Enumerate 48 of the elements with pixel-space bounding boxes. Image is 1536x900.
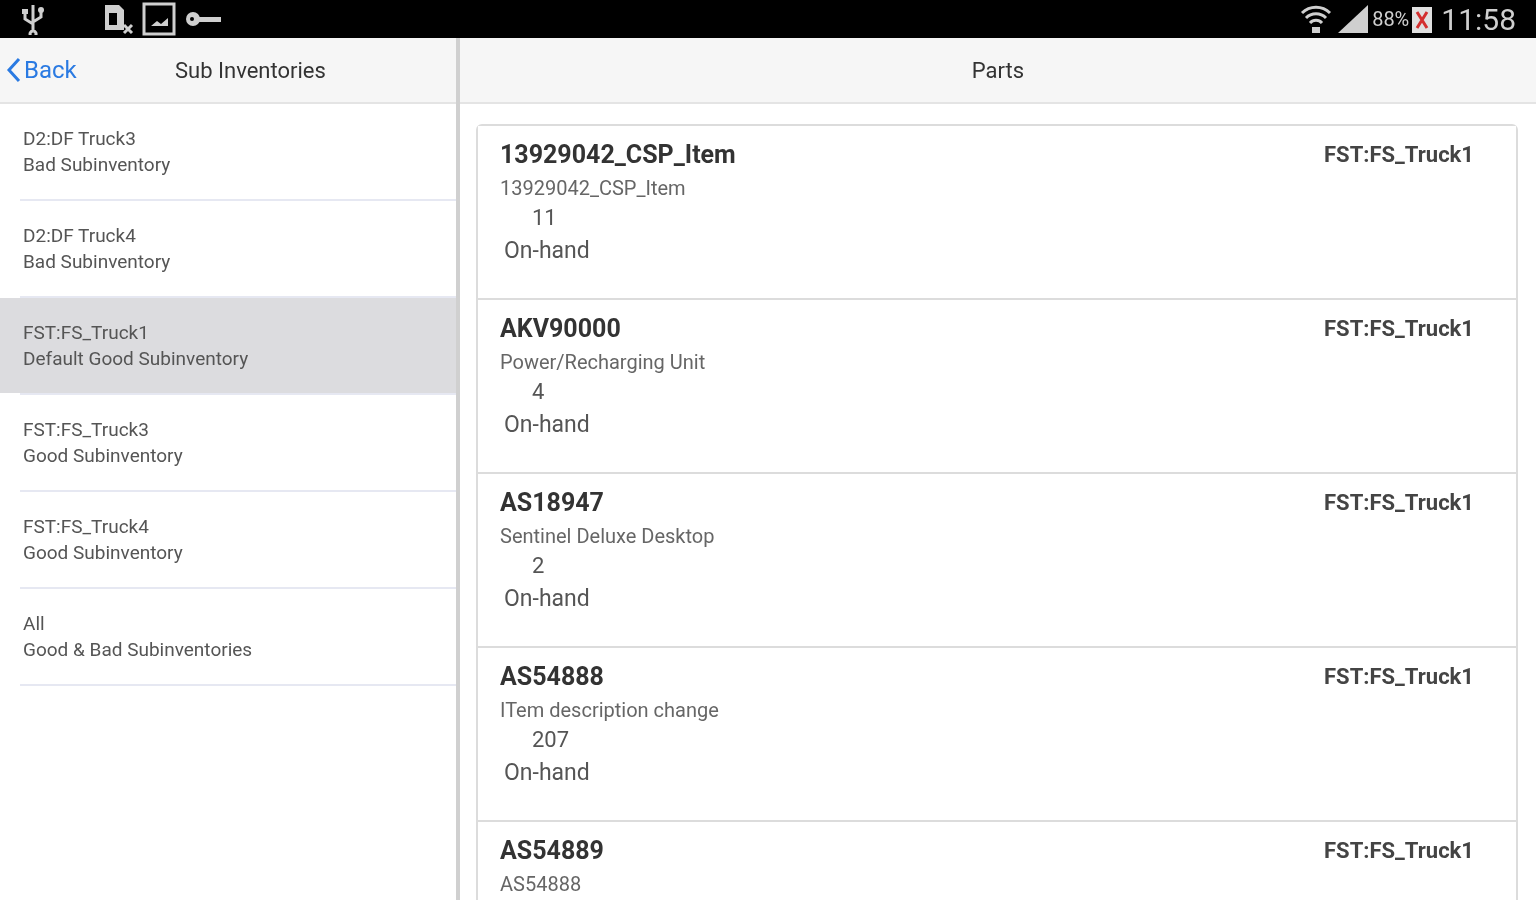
subinventory-description: Good & Bad Subinventories: [23, 636, 254, 663]
part-description: Sentinel Deluxe Desktop: [500, 523, 715, 550]
quantity-label: On-hand: [503, 236, 590, 266]
wifi-icon: [1300, 3, 1333, 35]
subinventory-name: D2:DF Truck3: [23, 125, 137, 152]
part-number: 13929042_CSP_Item: [500, 140, 736, 170]
part-number: AS54888: [500, 662, 604, 692]
document-icon: [102, 3, 134, 35]
part-description: 13929042_CSP_Item: [500, 175, 686, 202]
panel-title: Parts: [971, 56, 1025, 85]
part-number: AS54889: [500, 836, 604, 866]
image-icon: [142, 2, 176, 36]
subinventory-name: D2:DF Truck4: [23, 222, 137, 249]
quantity: 4: [531, 378, 545, 406]
part-description: Power/Recharging Unit: [500, 349, 706, 376]
subinventory-name: All: [23, 610, 46, 637]
part-location: FST:FS_Truck1: [1324, 837, 1474, 865]
subinventory-description: Bad Subinventory: [23, 248, 172, 275]
quantity-label: On-hand: [503, 758, 590, 788]
part-number: AKV90000: [500, 314, 621, 344]
clock: 11:58: [1441, 0, 1516, 39]
part-location: FST:FS_Truck1: [1324, 489, 1474, 517]
quantity: 207: [531, 726, 570, 754]
subinventory-name: FST:FS_Truck4: [23, 513, 150, 540]
back-link[interactable]: Back: [0, 52, 77, 88]
quantity: 11: [531, 204, 557, 232]
usb-icon: [20, 3, 46, 35]
subinventory-description: Bad Subinventory: [23, 151, 172, 178]
subinventory-description: Good Subinventory: [23, 442, 184, 469]
part-location: FST:FS_Truck1: [1324, 141, 1474, 169]
subinventory-name: FST:FS_Truck1: [23, 319, 150, 346]
subinventory-description: Default Good Subinventory: [23, 345, 250, 372]
part-location: FST:FS_Truck1: [1324, 315, 1474, 343]
signal-icon: [1336, 3, 1371, 35]
subinventory-description: Good Subinventory: [23, 539, 184, 566]
subinventory-name: FST:FS_Truck3: [23, 416, 150, 443]
part-number: AS18947: [500, 488, 604, 518]
part-description: AS54888: [500, 871, 582, 898]
part-location: FST:FS_Truck1: [1324, 663, 1474, 691]
battery-percentage: 88%: [1372, 6, 1410, 33]
quantity-label: On-hand: [503, 410, 590, 440]
battery-icon: [1411, 4, 1434, 34]
panel-title: Sub Inventories: [175, 56, 326, 85]
quantity-label: On-hand: [503, 584, 590, 614]
quantity: 2: [531, 552, 545, 580]
part-description: ITem description change: [500, 697, 719, 724]
subinventory-item[interactable]: FST:FS_Truck1 Default Good Subinventory: [0, 298, 456, 393]
part-card[interactable]: 13929042_CSP_Item FST:FS_Truck1 13929042_CSP_Item 11 On-hand: [478, 126, 1516, 300]
